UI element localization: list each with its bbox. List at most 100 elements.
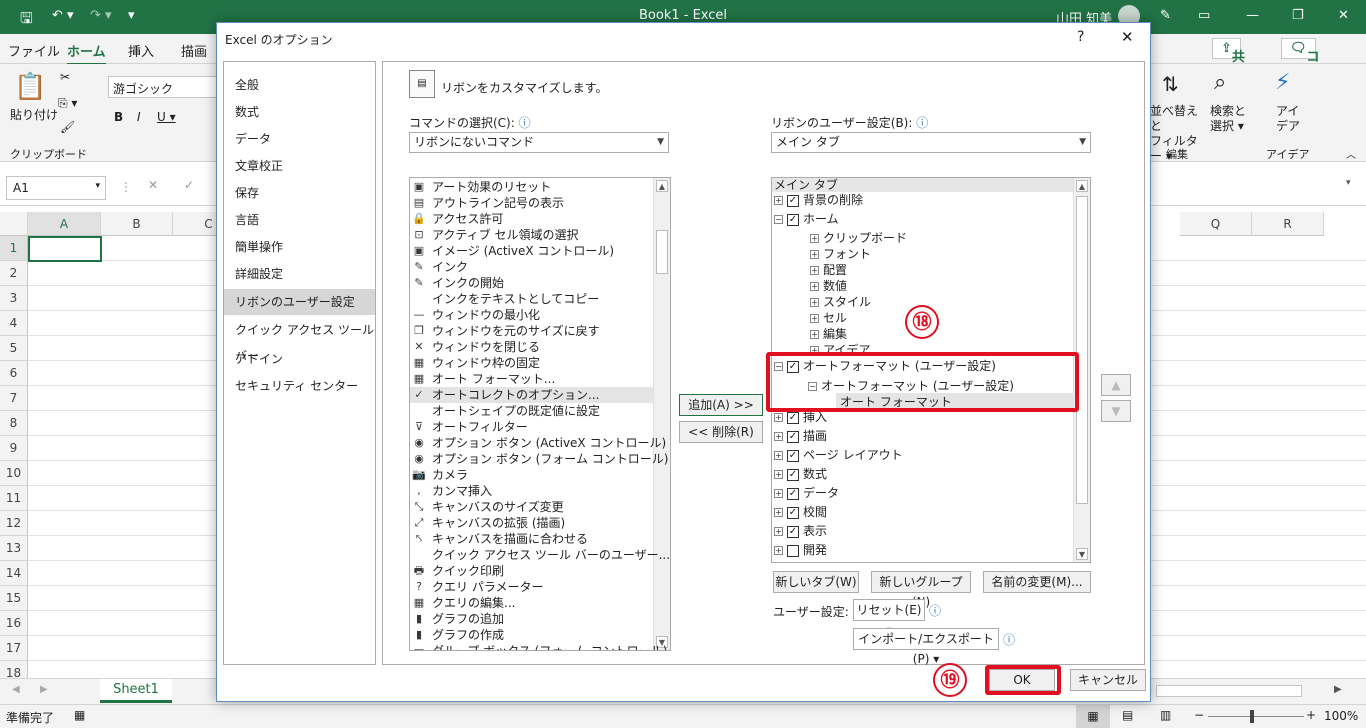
row-header[interactable]: 6 <box>0 361 28 386</box>
sheet-prev-icon[interactable]: ◀ <box>12 684 20 695</box>
font-name-box[interactable]: 游ゴシック <box>108 76 218 98</box>
row-header[interactable]: 13 <box>0 536 28 561</box>
tree-item[interactable]: + ✓ 表示 <box>774 522 827 540</box>
cancel-button[interactable]: キャンセル <box>1070 669 1146 691</box>
sort-filter-icon[interactable]: ⇅ <box>1162 72 1179 96</box>
name-box-dropdown-icon[interactable]: ▾ <box>95 181 100 191</box>
tree-item[interactable]: + ✓ 数式 <box>774 465 827 483</box>
ideas-button[interactable]: アイ デア <box>1276 104 1300 134</box>
remove-button[interactable]: << 削除(R) <box>679 421 763 443</box>
nav-item[interactable]: 簡単操作 <box>224 234 375 260</box>
expand-icon[interactable]: + <box>774 508 783 517</box>
paste-icon[interactable]: 📋 <box>14 72 46 102</box>
expand-icon[interactable]: + <box>810 250 819 259</box>
column-header[interactable]: B <box>101 212 173 236</box>
tree-item[interactable]: + ✓ 描画 <box>774 427 827 445</box>
scroll-right-icon[interactable]: ▶ <box>1334 684 1342 695</box>
command-item[interactable]: ▭ グループ ボックス (フォーム コントロール) <box>410 643 668 650</box>
row-header[interactable]: 8 <box>0 411 28 436</box>
cut-icon[interactable]: ✂ <box>60 70 70 84</box>
command-item[interactable]: ▮ グラフの作成 <box>410 627 653 643</box>
command-item[interactable]: ▤ アウトライン記号の表示 <box>410 195 653 211</box>
italic-icon[interactable]: I <box>137 110 141 124</box>
checkbox[interactable]: ✓ <box>787 449 799 462</box>
checkbox[interactable]: ✓ <box>787 506 799 519</box>
command-item[interactable]: ❐ ウィンドウを元のサイズに戻す <box>410 323 653 339</box>
new-group-button[interactable]: 新しいグループ(N) <box>871 571 971 609</box>
pen-icon[interactable]: ✎ <box>1160 8 1171 23</box>
expand-icon[interactable]: + <box>810 234 819 243</box>
checkbox[interactable] <box>787 544 799 557</box>
nav-item[interactable]: 数式 <box>224 99 375 125</box>
checkbox[interactable]: ✓ <box>787 468 799 481</box>
row-header[interactable]: 5 <box>0 336 28 361</box>
row-header[interactable]: 14 <box>0 561 28 586</box>
sheet-tab[interactable]: Sheet1 <box>100 679 172 703</box>
expand-icon[interactable]: + <box>810 330 819 339</box>
ribbon-select[interactable]: メイン タブ ▼ <box>771 132 1091 153</box>
expand-icon[interactable]: + <box>774 196 783 205</box>
command-item[interactable]: ✓ オートコレクトのオプション... <box>410 387 653 403</box>
checkbox[interactable]: ✓ <box>787 213 799 226</box>
nav-item[interactable]: 全般 <box>224 72 375 98</box>
expand-icon[interactable]: + <box>774 470 783 479</box>
commands-select[interactable]: リボンにないコマンド ▼ <box>409 132 669 153</box>
move-up-button[interactable]: ▲ <box>1101 374 1131 396</box>
commands-scrollbar[interactable]: ▲ ▼ <box>653 178 670 650</box>
row-header[interactable]: 15 <box>0 586 28 611</box>
nav-item[interactable]: 言語 <box>224 207 375 233</box>
active-cell[interactable] <box>28 236 102 262</box>
expand-icon[interactable]: + <box>774 451 783 460</box>
command-item[interactable]: ▦ オート フォーマット... <box>410 371 653 387</box>
bold-icon[interactable]: B <box>114 110 123 124</box>
add-button[interactable]: 追加(A) >> <box>679 394 763 416</box>
command-item[interactable]: ✎ インクの開始 <box>410 275 653 291</box>
tree-item[interactable]: + 開発 <box>774 541 827 559</box>
scroll-down-icon[interactable]: ▼ <box>1076 548 1088 560</box>
row-header[interactable]: 9 <box>0 436 28 461</box>
window-close-icon[interactable]: ✕ <box>1338 8 1349 23</box>
expand-icon[interactable]: + <box>774 527 783 536</box>
expand-formula-icon[interactable]: ▾ <box>1346 178 1351 188</box>
qat-customize-icon[interactable]: ▾ <box>128 8 135 23</box>
row-header[interactable]: 2 <box>0 261 28 286</box>
sheet-next-icon[interactable]: ▶ <box>40 684 48 695</box>
command-item[interactable]: オートシェイプの既定値に設定 <box>410 403 653 419</box>
command-item[interactable]: ? クエリ パラメーター <box>410 579 653 595</box>
zoom-thumb[interactable] <box>1250 710 1254 723</box>
undo-icon[interactable]: ↶ ▾ <box>52 8 74 23</box>
tree-item[interactable]: + ✓ データ <box>774 484 839 502</box>
save-icon[interactable]: 🖫 <box>20 8 33 33</box>
tree-item[interactable]: − ✓ ホーム <box>774 210 839 228</box>
row-header[interactable]: 12 <box>0 511 28 536</box>
ribbon-display-icon[interactable]: ▭ <box>1198 8 1210 23</box>
new-tab-button[interactable]: 新しいタブ(W) <box>773 571 859 593</box>
tree-item[interactable]: + ✓ 校閲 <box>774 503 827 521</box>
column-header[interactable]: A <box>28 212 101 236</box>
command-item[interactable]: ⤢ キャンバスの拡張 (描画) <box>410 515 653 531</box>
expand-icon[interactable]: + <box>810 314 819 323</box>
expand-icon[interactable]: + <box>774 432 783 441</box>
command-item[interactable]: 📷 カメラ <box>410 467 653 483</box>
column-header[interactable]: R <box>1252 212 1324 236</box>
expand-icon[interactable]: + <box>810 298 819 307</box>
command-item[interactable]: ▣ アート効果のリセット <box>410 179 653 195</box>
expand-icon[interactable]: + <box>774 413 783 422</box>
command-item[interactable]: ⤣ キャンバスを描画に合わせる <box>410 531 653 547</box>
row-header[interactable]: 16 <box>0 611 28 636</box>
command-item[interactable]: 🖶 クイック印刷 <box>410 563 653 579</box>
checkbox[interactable]: ✓ <box>787 525 799 538</box>
row-header[interactable]: 11 <box>0 486 28 511</box>
import-export-dropdown[interactable]: インポート/エクスポート(P) ▾ <box>853 628 999 666</box>
cancel-entry-icon[interactable]: ✕ <box>148 178 158 192</box>
row-header[interactable]: 10 <box>0 461 28 486</box>
command-item[interactable]: ▦ ウィンドウ枠の固定 <box>410 355 653 371</box>
tree-item[interactable]: + ✓ 背景の削除 <box>774 191 863 209</box>
command-item[interactable]: ▣ イメージ (ActiveX コントロール) <box>410 243 653 259</box>
scroll-thumb[interactable] <box>656 230 668 274</box>
find-select-button[interactable]: 検索と 選択 ▾ <box>1210 104 1246 134</box>
copy-icon[interactable]: ⎘ ▾ <box>58 96 77 111</box>
horizontal-scrollbar[interactable] <box>1156 685 1302 697</box>
rename-button[interactable]: 名前の変更(M)... <box>983 571 1091 593</box>
row-header[interactable]: 17 <box>0 636 28 661</box>
